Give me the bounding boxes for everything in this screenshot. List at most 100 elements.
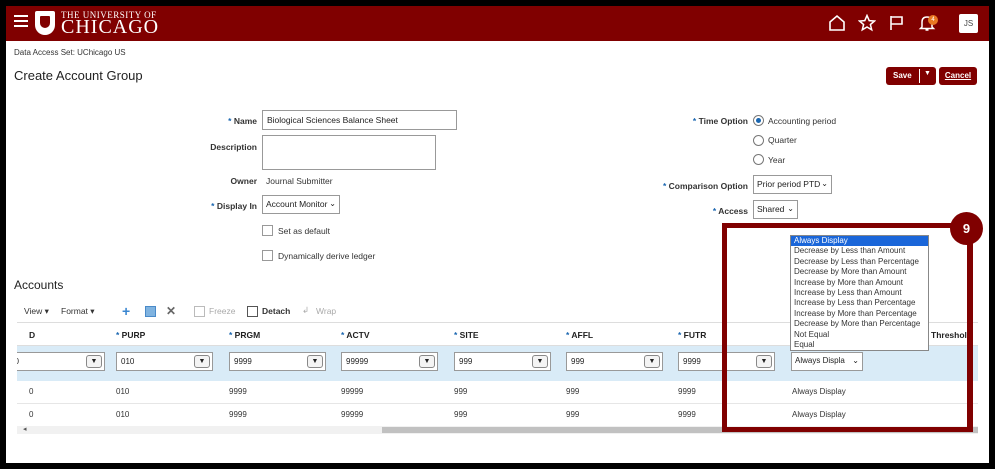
flag-icon[interactable]	[888, 14, 906, 32]
table-cell: 99999	[341, 410, 364, 419]
display-in-value: Account Monitor	[266, 199, 328, 209]
save-label: Save	[893, 71, 912, 80]
data-access-set: Data Access Set: UChicago US	[14, 48, 126, 57]
table-cell: 9999	[678, 387, 696, 396]
display-in-select[interactable]: Account Monitor ⌄	[262, 195, 340, 214]
table-cell: 999	[454, 387, 468, 396]
set-default-label: Set as default	[278, 226, 330, 236]
lov-arrow-icon[interactable]: ▼	[644, 355, 660, 368]
cell-value: 99999	[346, 357, 369, 366]
column-header[interactable]: * AFFL	[566, 330, 593, 340]
view-label: View	[24, 306, 43, 316]
duplicate-icon[interactable]	[145, 306, 156, 317]
save-divider	[919, 69, 920, 83]
scroll-left-icon[interactable]: ◂	[23, 425, 27, 433]
cell-value: 9999	[234, 357, 252, 366]
column-header[interactable]: * SITE	[454, 330, 479, 340]
add-row-icon[interactable]: +	[122, 303, 130, 319]
comparison-option-select[interactable]: Prior period PTD ⌄	[753, 175, 832, 194]
name-field[interactable]: Biological Sciences Balance Sheet	[262, 110, 457, 130]
owner-label: Owner	[230, 176, 257, 186]
comparison-option-label: * Comparison Option	[662, 181, 748, 191]
detach-icon	[247, 306, 258, 317]
column-header[interactable]: * FUTR	[678, 330, 706, 340]
table-cell: 010	[116, 387, 130, 396]
owner-value: Journal Submitter	[266, 176, 333, 186]
access-value: Shared	[757, 204, 785, 214]
table-cell: 999	[566, 387, 580, 396]
chevron-down-icon: ⌄	[821, 179, 828, 188]
prgm-input[interactable]: 9999 ▼	[229, 352, 326, 371]
delete-icon[interactable]: ✕	[166, 304, 176, 318]
university-shield-icon	[35, 11, 55, 35]
table-cell: 0	[29, 387, 34, 396]
save-button[interactable]: Save ▼	[886, 67, 936, 85]
table-cell: 9999	[229, 410, 247, 419]
page-title: Create Account Group	[14, 68, 143, 83]
wrap-icon: ↲	[302, 305, 310, 315]
cell-value: 999	[459, 357, 473, 366]
column-header[interactable]: * ACTV	[341, 330, 370, 340]
comparison-option-value: Prior period PTD	[757, 179, 821, 189]
derive-ledger-label: Dynamically derive ledger	[278, 251, 376, 261]
actv-input[interactable]: 99999 ▼	[341, 352, 438, 371]
cell-value: 999	[571, 357, 585, 366]
radio-quarter-label: Quarter	[768, 135, 797, 145]
set-default-checkbox[interactable]	[262, 225, 273, 236]
name-label: * Name	[228, 116, 257, 126]
radio-year[interactable]	[753, 154, 764, 165]
lov-arrow-icon[interactable]: ▼	[86, 355, 102, 368]
app-frame: THE UNIVERSITY OF CHICAGO 4 JS Data Acce…	[6, 6, 989, 463]
star-icon[interactable]	[857, 13, 877, 32]
tutorial-highlight-box	[722, 223, 973, 432]
avatar[interactable]: JS	[959, 14, 978, 33]
cell-value: 9999	[683, 357, 701, 366]
home-icon[interactable]	[828, 14, 846, 32]
format-menu[interactable]: Format ▾	[61, 306, 95, 317]
radio-year-label: Year	[768, 155, 786, 165]
menu-icon[interactable]	[14, 15, 28, 29]
table-cell: 99999	[341, 387, 364, 396]
display-in-label: * Display In	[211, 201, 257, 211]
table-cell: 9999	[229, 387, 247, 396]
cell-value: 010	[121, 357, 135, 366]
freeze-button[interactable]: Freeze	[209, 306, 235, 316]
table-cell: 010	[116, 410, 130, 419]
detach-button[interactable]: Detach	[262, 306, 290, 316]
cell-value: 00	[17, 357, 19, 366]
radio-quarter[interactable]	[753, 135, 764, 146]
purp-input[interactable]: 010 ▼	[116, 352, 213, 371]
wrap-button[interactable]: Wrap	[316, 306, 336, 316]
description-label: Description	[210, 142, 257, 152]
chevron-down-icon: ⌄	[329, 199, 336, 208]
freeze-icon	[194, 306, 205, 317]
table-cell: 9999	[678, 410, 696, 419]
chevron-down-icon: ⌄	[787, 204, 794, 213]
step-number-badge: 9	[950, 212, 983, 245]
view-menu[interactable]: View ▾	[24, 306, 49, 317]
lov-arrow-icon[interactable]: ▼	[532, 355, 548, 368]
caret-down-icon[interactable]: ▼	[924, 70, 931, 77]
table-cell: 999	[566, 410, 580, 419]
lov-arrow-icon[interactable]: ▼	[419, 355, 435, 368]
column-header[interactable]: D	[29, 330, 35, 340]
lov-arrow-icon[interactable]: ▼	[194, 355, 210, 368]
radio-accounting-period[interactable]	[753, 115, 764, 126]
cancel-button[interactable]: Cancel	[939, 67, 977, 85]
site-input[interactable]: 999 ▼	[454, 352, 551, 371]
table-cell: 999	[454, 410, 468, 419]
top-bar: THE UNIVERSITY OF CHICAGO 4 JS	[6, 6, 989, 41]
access-select[interactable]: Shared ⌄	[753, 200, 798, 219]
description-field[interactable]	[262, 135, 436, 170]
logo-main-text[interactable]: CHICAGO	[61, 17, 159, 37]
lov-arrow-icon[interactable]: ▼	[307, 355, 323, 368]
column-header[interactable]: * PRGM	[229, 330, 260, 340]
derive-ledger-checkbox[interactable]	[262, 250, 273, 261]
lov-input[interactable]: 00 ▼	[17, 352, 105, 371]
format-label: Format	[61, 306, 88, 316]
time-option-label: * Time Option	[692, 116, 748, 126]
table-cell: 0	[29, 410, 34, 419]
affl-input[interactable]: 999 ▼	[566, 352, 663, 371]
accounts-title: Accounts	[14, 278, 64, 292]
column-header[interactable]: * PURP	[116, 330, 145, 340]
